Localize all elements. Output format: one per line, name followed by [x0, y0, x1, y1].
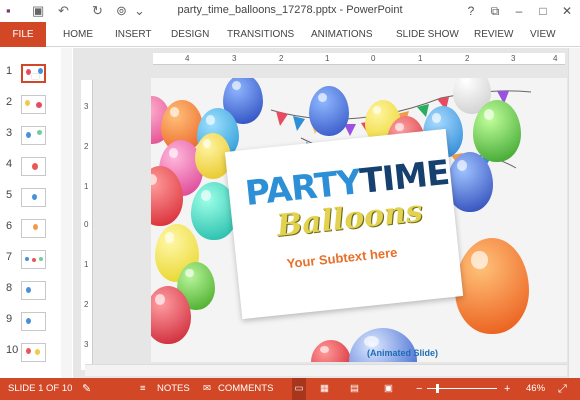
slide-counter: SLIDE 1 OF 10 [8, 383, 73, 394]
vertical-scrollbar[interactable] [568, 48, 580, 378]
thumbnail-slide-2[interactable] [21, 95, 46, 114]
notes-button[interactable]: NOTES [157, 378, 190, 400]
horizontal-scrollbar[interactable] [85, 364, 567, 376]
tab-slide-show[interactable]: SLIDE SHOW [396, 22, 459, 47]
ruler-tick: 1 [325, 54, 330, 63]
tab-home[interactable]: HOME [63, 22, 93, 47]
notes-icon[interactable]: ≡ [140, 378, 146, 400]
title-bar: ▪ ▣ ↶ ↻ ⊚ ⌄ party_time_balloons_17278.pp… [0, 0, 580, 22]
thumbnail-slide-10[interactable] [21, 343, 46, 362]
thumb-number: 10 [6, 344, 19, 356]
slide-editor: 4 3 2 1 0 1 2 3 4 3 2 1 0 1 2 3 PARTYTIM… [73, 48, 580, 378]
thumb-number: 3 [6, 127, 13, 139]
spell-check-icon[interactable]: ✎ [82, 378, 91, 400]
zoom-slider-handle[interactable] [436, 384, 439, 393]
help-icon[interactable]: ? [460, 2, 482, 20]
minimize-icon[interactable]: – [508, 2, 530, 20]
thumb-number: 9 [6, 313, 13, 325]
slide-thumbnail-pane: 1 2 3 4 5 6 7 8 9 10 [0, 48, 72, 378]
tab-insert[interactable]: INSERT [115, 22, 152, 47]
vertical-ruler: 3 2 1 0 1 2 3 [81, 80, 93, 370]
thumbnail-slide-8[interactable] [21, 281, 46, 300]
zoom-out-button[interactable]: − [416, 378, 422, 400]
thumbnail-slide-6[interactable] [21, 219, 46, 238]
thumbnail-slide-4[interactable] [21, 157, 46, 176]
thumb-number: 7 [6, 251, 13, 263]
ruler-tick: 3 [84, 340, 89, 349]
tab-design[interactable]: DESIGN [171, 22, 209, 47]
thumbnail-slide-9[interactable] [21, 312, 46, 331]
ruler-tick: 4 [185, 54, 190, 63]
thumb-number: 8 [6, 282, 13, 294]
subtitle-text: Your Subtext here [286, 244, 399, 272]
tab-review[interactable]: REVIEW [474, 22, 513, 47]
close-icon[interactable]: ✕ [556, 2, 578, 20]
ribbon-display-options-icon[interactable]: ⧉ [484, 2, 506, 20]
balloon-blue-2 [309, 86, 349, 136]
comments-icon[interactable]: ✉ [203, 378, 211, 400]
ruler-tick: 1 [84, 260, 89, 269]
ruler-tick: 2 [84, 300, 89, 309]
comments-button[interactable]: COMMENTS [218, 378, 273, 400]
maximize-icon[interactable]: □ [532, 2, 554, 20]
tab-file[interactable]: FILE [0, 22, 46, 47]
ribbon-tabs: FILE HOME INSERT DESIGN TRANSITIONS ANIM… [0, 22, 580, 47]
ruler-tick: 1 [84, 182, 89, 191]
horizontal-ruler: 4 3 2 1 0 1 2 3 4 [153, 53, 565, 65]
fit-slide-icon[interactable]: ⤢ [558, 378, 567, 400]
tab-view[interactable]: VIEW [530, 22, 556, 47]
ruler-tick: 2 [84, 142, 89, 151]
ruler-tick: 1 [418, 54, 423, 63]
thumbnail-scrollbar[interactable] [61, 48, 72, 378]
slide-canvas[interactable]: PARTYTIME Balloons Your Subtext here (An… [151, 78, 567, 362]
balloon-green-2 [473, 100, 521, 162]
ruler-tick: 4 [553, 54, 558, 63]
ruler-tick: 2 [465, 54, 470, 63]
ruler-tick: 3 [232, 54, 237, 63]
title-card[interactable]: PARTYTIME Balloons Your Subtext here [224, 128, 464, 320]
ruler-tick: 3 [511, 54, 516, 63]
thumb-number: 1 [6, 65, 13, 77]
thumbnail-slide-7[interactable] [21, 250, 46, 269]
tab-animations[interactable]: ANIMATIONS [311, 22, 372, 47]
thumb-number: 6 [6, 220, 13, 232]
status-bar: SLIDE 1 OF 10 ✎ ≡ NOTES ✉ COMMENTS ▭ ▦ ▤… [0, 378, 580, 400]
reading-view-icon[interactable]: ▤ [350, 378, 359, 400]
slide-sorter-icon[interactable]: ▦ [320, 378, 329, 400]
slide-show-icon[interactable]: ▣ [384, 378, 393, 400]
ruler-tick: 0 [84, 220, 89, 229]
thumb-number: 2 [6, 96, 13, 108]
thumbnail-slide-5[interactable] [21, 188, 46, 207]
thumbnail-slide-3[interactable] [21, 126, 46, 145]
zoom-in-button[interactable]: + [504, 378, 510, 400]
balloon-blue-3 [447, 152, 493, 212]
normal-view-icon[interactable]: ▭ [292, 378, 306, 400]
zoom-level[interactable]: 46% [526, 378, 545, 400]
animated-slide-caption: (Animated Slide) [367, 348, 439, 358]
thumbnail-slide-1[interactable] [21, 64, 46, 83]
thumb-number: 5 [6, 189, 13, 201]
ruler-tick: 2 [279, 54, 284, 63]
thumb-number: 4 [6, 158, 13, 170]
ruler-tick: 0 [371, 54, 376, 63]
ruler-tick: 3 [84, 102, 89, 111]
balloon-large-orange [455, 238, 529, 334]
tab-transitions[interactable]: TRANSITIONS [227, 22, 294, 47]
